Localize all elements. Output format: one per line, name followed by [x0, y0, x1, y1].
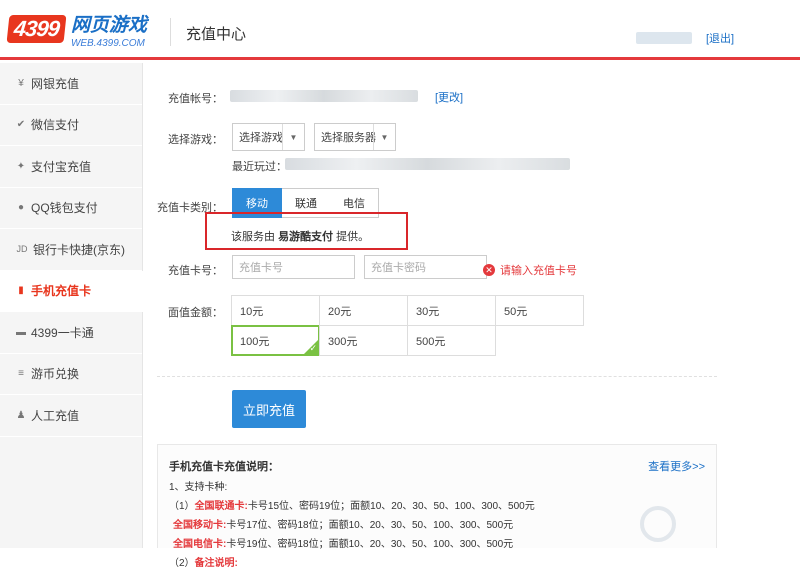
qq-icon: ● [17, 202, 25, 214]
instructions-line: 1、支持卡种: [169, 482, 228, 493]
instructions-line: （2）备注说明: [169, 558, 238, 569]
amount-label: 面值金额： [168, 307, 223, 319]
amount-option[interactable]: 500元 [407, 325, 496, 356]
sidebar-item-label: 游币兑换 [31, 367, 80, 382]
header: 4399 网页游戏 WEB.4399.COM 充值中心 [退出] [0, 0, 800, 60]
watermark-icon [640, 506, 676, 542]
amount-option[interactable]: 50元 [495, 295, 584, 326]
game-select[interactable]: 选择游戏 ▼ [232, 123, 305, 151]
amount-option[interactable]: 300元 [319, 325, 408, 356]
server-select[interactable]: 选择服务器 ▼ [314, 123, 396, 151]
phone-icon: ▮ [18, 285, 24, 297]
view-more-link[interactable]: 查看更多>> [648, 458, 705, 474]
sidebar-item-label: 人工充值 [31, 408, 80, 423]
coin-icon: ≡ [18, 368, 24, 380]
checkmark-icon: ✓ [309, 343, 317, 353]
sidebar: ¥ 网银充值 ✔ 微信支付 ✦ 支付宝充值 ● QQ钱包支付 JD 银行卡快捷(京东) ▮… [0, 63, 143, 548]
card-password-input[interactable]: 充值卡密码 [364, 255, 487, 279]
error-icon: ✕ [483, 264, 495, 276]
sidebar-item-alipay[interactable]: ✦ 支付宝充值 [0, 146, 142, 188]
instructions-line: 全国移动卡:卡号17位、密码18位；面额10、20、30、50、100、300、… [173, 520, 514, 531]
card-icon: ▬ [16, 326, 26, 338]
game-label: 选择游戏： [168, 134, 223, 146]
alipay-icon: ✦ [16, 160, 26, 172]
sidebar-item-coin[interactable]: ≡ 游币兑换 [0, 354, 142, 395]
amount-option-label: 100元 [240, 335, 270, 348]
card-number-input[interactable]: 充值卡号 [232, 255, 355, 279]
sidebar-item-label: 微信支付 [31, 118, 80, 133]
logout-link[interactable]: [退出] [706, 30, 734, 46]
notice-provider: 易游酷支付 [278, 231, 334, 243]
jd-icon: JD [16, 244, 28, 255]
yen-icon: ¥ [18, 77, 24, 89]
username-blurred [636, 32, 692, 44]
recent-games-blurred [285, 158, 570, 170]
amount-option-selected[interactable]: 100元 ✓ [231, 325, 320, 356]
change-account-link[interactable]: [更改] [435, 89, 463, 105]
sidebar-item-jd[interactable]: JD 银行卡快捷(京东) [0, 229, 142, 271]
server-select-value: 选择服务器 [321, 132, 376, 144]
sidebar-item-wechat[interactable]: ✔ 微信支付 [0, 105, 142, 146]
chevron-down-icon: ▼ [282, 124, 304, 150]
logo-url: WEB.4399.COM [70, 37, 145, 49]
sidebar-item-label: 4399一卡通 [31, 325, 94, 340]
sidebar-item-bank[interactable]: ¥ 网银充值 [0, 63, 142, 105]
account-label: 充值帐号： [168, 93, 223, 105]
service-notice: 该服务由 易游酷支付 提供。 [231, 228, 369, 244]
wechat-icon: ✔ [16, 119, 26, 131]
main-content: 充值帐号： [更改] 选择游戏： 选择游戏 ▼ 选择服务器 ▼ 最近玩过： 充值… [143, 63, 800, 569]
error-message: ✕ 请输入充值卡号 [483, 262, 577, 278]
sidebar-item-manual[interactable]: ♟ 人工充值 [0, 395, 142, 437]
chevron-down-icon: ▼ [373, 124, 395, 150]
sidebar-item-4399-card[interactable]: ▬ 4399一卡通 [0, 312, 142, 354]
instructions-title: 手机充值卡充值说明： [169, 461, 279, 473]
logo-number: 4399 [6, 15, 67, 43]
game-select-value: 选择游戏 [239, 132, 283, 144]
amount-option[interactable]: 10元 [231, 295, 320, 326]
account-value-blurred [230, 90, 418, 102]
sidebar-item-qq[interactable]: ● QQ钱包支付 [0, 188, 142, 229]
notice-suffix: 提供。 [333, 231, 370, 243]
instructions-line: （1）全国联通卡:卡号15位、密码19位；面额10、20、30、50、100、3… [169, 501, 535, 512]
person-icon: ♟ [16, 409, 26, 421]
sidebar-item-label: 银行卡快捷(京东) [33, 242, 125, 257]
card-number-label: 充值卡号： [168, 265, 223, 277]
logo-text: 网页游戏 [70, 13, 147, 36]
notice-prefix: 该服务由 [231, 231, 279, 243]
header-divider [170, 18, 171, 46]
amount-option[interactable]: 30元 [407, 295, 496, 326]
amount-option[interactable]: 20元 [319, 295, 408, 326]
page-title: 充值中心 [186, 25, 247, 43]
sidebar-item-label: 支付宝充值 [31, 159, 92, 174]
submit-button[interactable]: 立即充值 [232, 390, 306, 428]
sidebar-item-phone-card[interactable]: ▮ 手机充值卡 [0, 270, 143, 312]
sidebar-item-label: 网银充值 [31, 76, 80, 91]
logo[interactable]: 4399 网页游戏 WEB.4399.COM [6, 14, 147, 49]
instructions-panel: 手机充值卡充值说明： 查看更多>> 1、支持卡种: （1）全国联通卡:卡号15位… [157, 444, 717, 569]
error-text: 请输入充值卡号 [500, 265, 577, 277]
divider [157, 376, 717, 377]
sidebar-item-label: QQ钱包支付 [31, 201, 98, 216]
sidebar-item-label: 手机充值卡 [31, 284, 92, 299]
